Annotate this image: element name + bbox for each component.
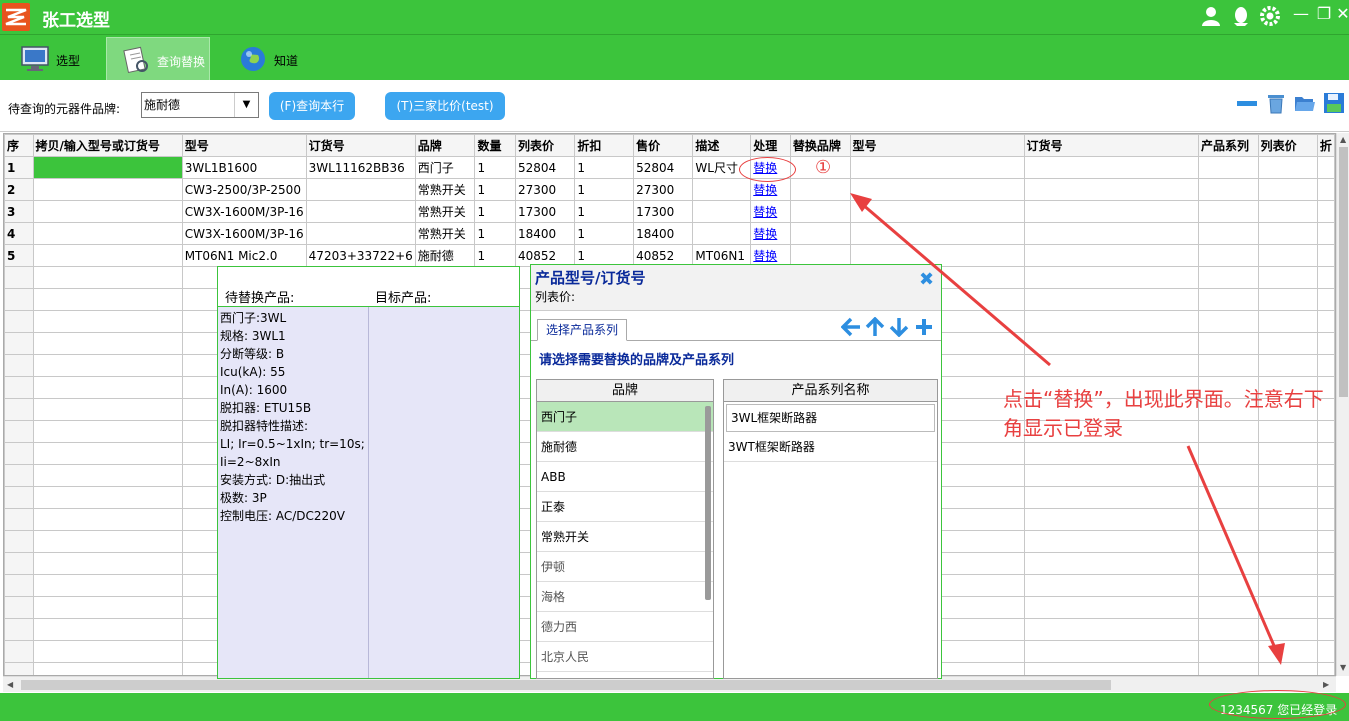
annotation-circle-status xyxy=(1209,690,1346,719)
annotation-arrow-down xyxy=(1186,445,1280,656)
annotation-arrowhead-down xyxy=(1268,643,1285,665)
annotation-arrow-up xyxy=(854,196,1051,367)
status-bar: 1234567 您已经登录 xyxy=(0,693,1349,721)
annotation-arrows xyxy=(850,193,1285,665)
